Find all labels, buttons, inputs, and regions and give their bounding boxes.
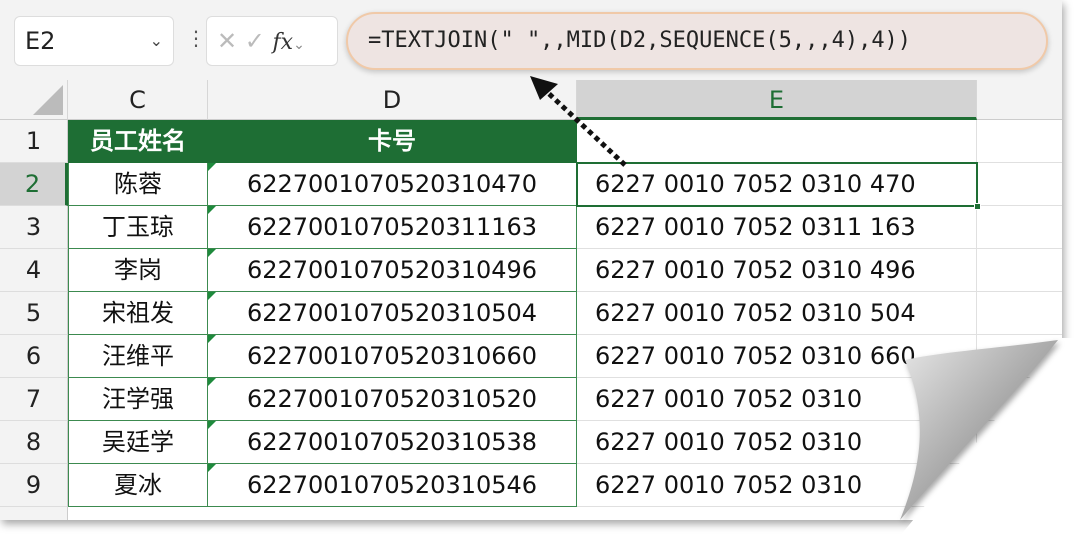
arrow-head-icon: [530, 76, 558, 100]
arrow-line: [543, 88, 627, 167]
overlay: [530, 76, 1080, 536]
